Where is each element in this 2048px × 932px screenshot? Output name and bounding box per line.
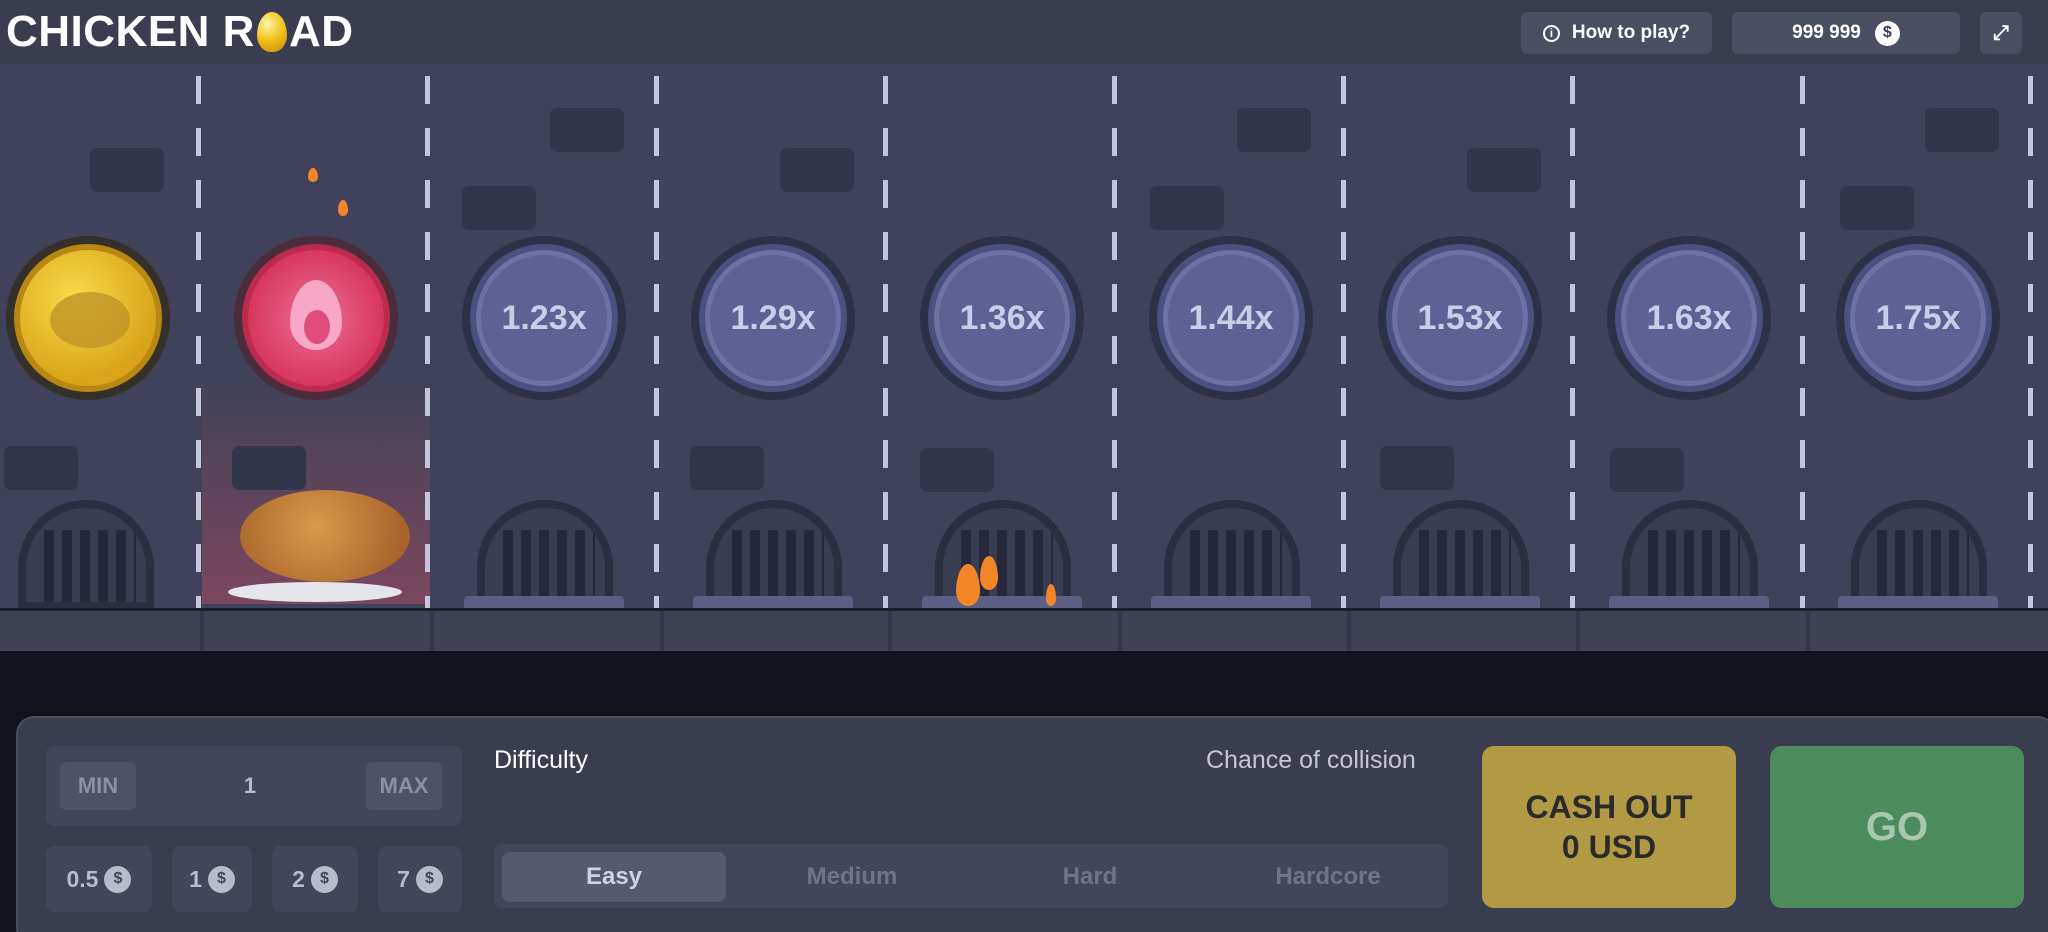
multiplier-value: 1.36x	[959, 298, 1045, 337]
fullscreen-button[interactable]: ⤢	[1980, 12, 2022, 54]
how-to-play-label: How to play?	[1571, 22, 1691, 43]
balance-value: 999 999	[1792, 22, 1861, 43]
cash-out-label: CASH OUT	[1525, 789, 1693, 825]
fullscreen-icon: ⤢	[1993, 21, 2009, 44]
multiplier-coin[interactable]: 1.36x	[920, 236, 1084, 400]
wall-brick	[90, 148, 164, 192]
multiplier-value: 1.29x	[730, 298, 816, 337]
multiplier-value: 1.53x	[1417, 298, 1503, 337]
dollar-icon: $	[207, 865, 235, 893]
lane-divider	[196, 76, 201, 611]
multiplier-value: 1.44x	[1188, 298, 1274, 337]
fire-coin	[234, 236, 398, 400]
sewer-gate	[18, 500, 154, 610]
cash-out-button[interactable]: CASH OUT 0 USD	[1482, 746, 1736, 908]
lane-divider	[425, 76, 430, 611]
difficulty-label: Difficulty	[494, 746, 589, 774]
lane-divider	[1800, 76, 1805, 611]
wall-brick	[690, 446, 764, 490]
header-bar: CHICKEN R AD i How to play? 999 999 $ ⤢ …	[0, 0, 2048, 64]
balance-display: 999 999 $	[1732, 12, 1960, 54]
logo-text-start: CHICKEN R	[6, 7, 255, 56]
difficulty-option-medium[interactable]: Medium	[740, 852, 964, 902]
game-logo: CHICKEN R AD	[6, 7, 354, 56]
bet-chip[interactable]: 1 $	[172, 846, 252, 912]
wall-brick	[920, 448, 994, 492]
multiplier-coin[interactable]: 1.75x	[1836, 236, 2000, 400]
difficulty-option-easy[interactable]: Easy	[502, 852, 726, 902]
go-label: GO	[1865, 804, 1929, 849]
sewer-gate	[1851, 500, 1987, 610]
wall-brick	[462, 186, 536, 230]
ember-icon	[308, 168, 318, 182]
wall-brick	[1610, 448, 1684, 492]
wall-brick	[780, 148, 854, 192]
golden-egg-icon	[256, 12, 287, 52]
wall-brick	[232, 446, 306, 490]
logo-text-end: AD	[288, 7, 354, 56]
go-button[interactable]: GO	[1770, 746, 2024, 908]
multiplier-coin[interactable]: 1.63x	[1607, 236, 1771, 400]
wall-brick	[1467, 148, 1541, 192]
lane-divider	[2028, 76, 2033, 611]
collision-chance-label: Chance of collision	[1206, 746, 1416, 774]
sewer-gate	[1393, 500, 1529, 610]
bet-chip[interactable]: 7 $	[378, 846, 462, 912]
ember-icon	[338, 200, 348, 216]
lane-divider	[654, 76, 659, 611]
sewer-gate	[706, 500, 842, 610]
max-bet-button[interactable]: MAX	[366, 762, 442, 810]
dollar-icon: $	[104, 865, 132, 893]
bet-chip[interactable]: 2 $	[272, 846, 358, 912]
sewer-gate	[1622, 500, 1758, 610]
wall-brick	[4, 446, 78, 490]
wall-brick	[1840, 186, 1914, 230]
fire-icon	[1046, 584, 1056, 606]
difficulty-option-hard[interactable]: Hard	[978, 852, 1202, 902]
multiplier-coin[interactable]: 1.23x	[462, 236, 626, 400]
chicken-face-icon	[50, 292, 130, 348]
road	[0, 611, 2048, 651]
lane-divider	[1341, 76, 1346, 611]
multiplier-coin[interactable]: 1.53x	[1378, 236, 1542, 400]
lane-divider	[1112, 76, 1117, 611]
dollar-icon: $	[310, 865, 338, 893]
multiplier-coin[interactable]: 1.44x	[1149, 236, 1313, 400]
multiplier-value: 1.23x	[501, 298, 587, 337]
difficulty-option-hardcore[interactable]: Hardcore	[1216, 852, 1440, 902]
dollar-icon: $	[415, 865, 443, 893]
wall-brick	[1237, 108, 1311, 152]
wall-brick	[1925, 108, 1999, 152]
roasted-chicken-icon	[240, 490, 410, 590]
multiplier-coin[interactable]: 1.29x	[691, 236, 855, 400]
sewer-gate	[1164, 500, 1300, 610]
info-icon: i	[1542, 24, 1560, 42]
cash-out-amount: 0 USD	[1561, 829, 1657, 865]
plate-icon	[228, 582, 402, 602]
multiplier-value: 1.63x	[1646, 298, 1732, 337]
wall-brick	[550, 108, 624, 152]
min-bet-button[interactable]: MIN	[60, 762, 136, 810]
how-to-play-button[interactable]: i How to play?	[1521, 12, 1712, 54]
lane-divider	[883, 76, 888, 611]
multiplier-value: 1.75x	[1875, 298, 1961, 337]
bet-chip[interactable]: 0.5 $	[46, 846, 152, 912]
sewer-gate	[477, 500, 613, 610]
bet-amount-value[interactable]: 1	[200, 762, 300, 810]
start-coin	[6, 236, 170, 400]
lane-divider	[1570, 76, 1575, 611]
dollar-icon: $	[1874, 20, 1900, 46]
wall-brick	[1380, 446, 1454, 490]
wall-brick	[1150, 186, 1224, 230]
more-menu-icon[interactable]: ⋮	[2040, 16, 2048, 36]
